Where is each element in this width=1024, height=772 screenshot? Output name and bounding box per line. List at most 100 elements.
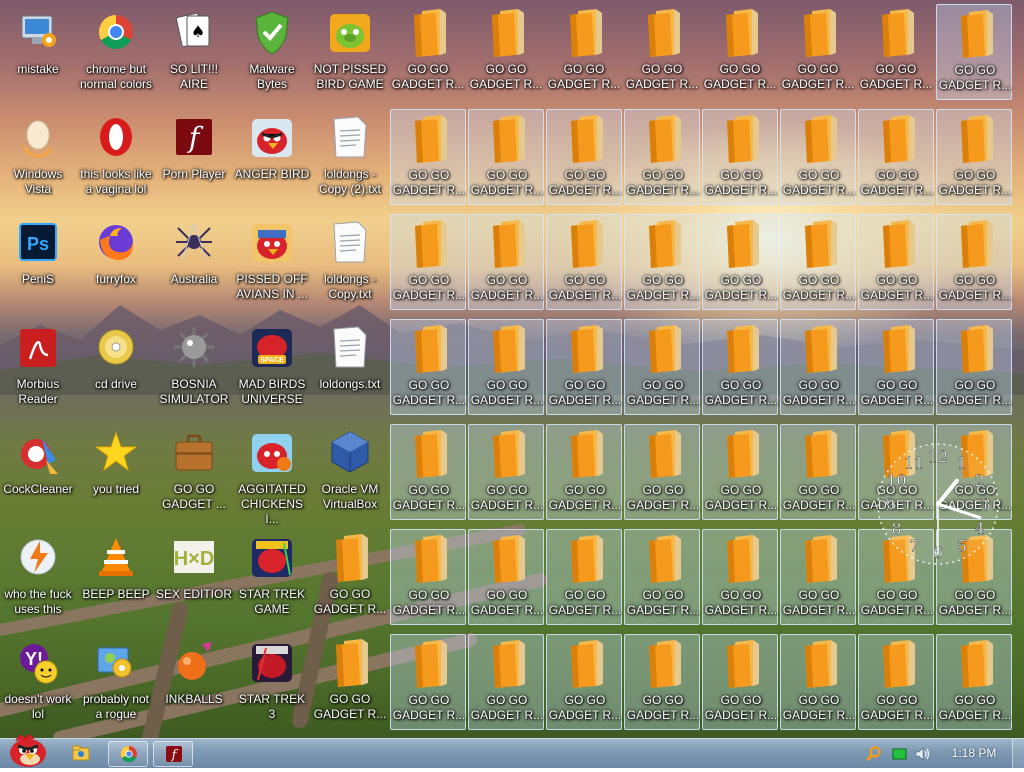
folder-icon-r2-c4[interactable]: GO GO GADGET R...	[624, 109, 700, 205]
desktop-icon-col3-2[interactable]: f Porn Player	[156, 109, 232, 205]
folder-icon-r4-c7[interactable]: GO GO GADGET R...	[858, 319, 934, 415]
folder-icon-r1-c3[interactable]: GO GO GADGET R...	[546, 4, 622, 100]
folder-icon-r3-c8[interactable]: GO GO GADGET R...	[936, 214, 1012, 310]
folder-icon-r1-c6[interactable]: GO GO GADGET R...	[780, 4, 856, 100]
folder-icon-r7-c2[interactable]: GO GO GADGET R...	[468, 634, 544, 730]
folder-icon-r5-c4[interactable]: GO GO GADGET R...	[624, 424, 700, 520]
folder-icon-r4-c8[interactable]: GO GO GADGET R...	[936, 319, 1012, 415]
desktop-icon-col5-4[interactable]: loldongs.txt	[312, 319, 388, 415]
desktop-icon-col2-3[interactable]: furryfox	[78, 214, 154, 310]
desktop-icon-col1-1[interactable]: mistake	[0, 4, 76, 100]
start-button[interactable]	[2, 731, 54, 767]
folder-icon-r3-c6[interactable]: GO GO GADGET R...	[780, 214, 856, 310]
desktop-icon-col1-7[interactable]: Y! doesn't work lol	[0, 634, 76, 730]
desktop-icon-col1-2[interactable]: Windows Vista	[0, 109, 76, 205]
folder-icon-r7-c8[interactable]: GO GO GADGET R...	[936, 634, 1012, 730]
folder-icon-r7-c5[interactable]: GO GO GADGET R...	[702, 634, 778, 730]
clock-gadget[interactable]: 121234567891011	[874, 440, 1002, 568]
desktop-icon-col2-2[interactable]: this looks like a vagina lol	[78, 109, 154, 205]
folder-icon-r6-c6[interactable]: GO GO GADGET R...	[780, 529, 856, 625]
folder-icon-r7-c6[interactable]: GO GO GADGET R...	[780, 634, 856, 730]
folder-icon-r3-c7[interactable]: GO GO GADGET R...	[858, 214, 934, 310]
folder-icon-r2-c7[interactable]: GO GO GADGET R...	[858, 109, 934, 205]
folder-icon-r3-c5[interactable]: GO GO GADGET R...	[702, 214, 778, 310]
folder-icon-r1-c8[interactable]: GO GO GADGET R...	[936, 4, 1012, 100]
desktop-icon-col2-7[interactable]: probably not a rogue	[78, 634, 154, 730]
desktop-icon-label: GO GO GADGET R...	[782, 693, 856, 722]
folder-icon-r6-c4[interactable]: GO GO GADGET R...	[624, 529, 700, 625]
speaker-icon[interactable]	[914, 746, 932, 762]
desktop-icon-col4-7[interactable]: STAR TREK 3	[234, 634, 310, 730]
desktop-icon-col3-7[interactable]: INKBALLS	[156, 634, 232, 730]
desktop-icon-col5-5[interactable]: Oracle VM VirtualBox	[312, 424, 388, 520]
desktop-icon-col5-3[interactable]: loldongs - Copy.txt	[312, 214, 388, 310]
desktop-icon-col2-6[interactable]: BEEP BEEP	[78, 529, 154, 625]
folder-icon-r5-c3[interactable]: GO GO GADGET R...	[546, 424, 622, 520]
folder-icon-r3-c2[interactable]: GO GO GADGET R...	[468, 214, 544, 310]
folder-icon-r4-c4[interactable]: GO GO GADGET R...	[624, 319, 700, 415]
folder-icon-r1-c7[interactable]: GO GO GADGET R...	[858, 4, 934, 100]
desktop-icon-col2-4[interactable]: cd drive	[78, 319, 154, 415]
folder-icon-r4-c5[interactable]: GO GO GADGET R...	[702, 319, 778, 415]
desktop-icon-col4-3[interactable]: PISSED OFF AVIANS IN ...	[234, 214, 310, 310]
folder-icon-r6-c5[interactable]: GO GO GADGET R...	[702, 529, 778, 625]
folder-icon-r3-c4[interactable]: GO GO GADGET R...	[624, 214, 700, 310]
folder-icon-r5-c5[interactable]: GO GO GADGET R...	[702, 424, 778, 520]
desktop-icon-col1-4[interactable]: Morbius Reader	[0, 319, 76, 415]
desktop-icon-col5-7[interactable]: GO GO GADGET R...	[312, 634, 388, 730]
folder-icon-r6-c2[interactable]: GO GO GADGET R...	[468, 529, 544, 625]
folder-icon-r7-c3[interactable]: GO GO GADGET R...	[546, 634, 622, 730]
folder-icon-r2-c3[interactable]: GO GO GADGET R...	[546, 109, 622, 205]
desktop-icon-col2-5[interactable]: you tried	[78, 424, 154, 520]
folder-icon-r4-c6[interactable]: GO GO GADGET R...	[780, 319, 856, 415]
folder-icon-r5-c2[interactable]: GO GO GADGET R...	[468, 424, 544, 520]
desktop-icon-col3-5[interactable]: GO GO GADGET ...	[156, 424, 232, 520]
folder-icon-r2-c2[interactable]: GO GO GADGET R...	[468, 109, 544, 205]
folder-icon-r2-c6[interactable]: GO GO GADGET R...	[780, 109, 856, 205]
folder-icon-r5-c6[interactable]: GO GO GADGET R...	[780, 424, 856, 520]
search-magnifier-icon[interactable]	[866, 746, 882, 762]
desktop-icon-col5-2[interactable]: loldongs - Copy (2).txt	[312, 109, 388, 205]
folder-icon-r1-c1[interactable]: GO GO GADGET R...	[390, 4, 466, 100]
folder-icon-r7-c7[interactable]: GO GO GADGET R...	[858, 634, 934, 730]
desktop-icon-col4-4[interactable]: SPACE MAD BIRDS UNIVERSE	[234, 319, 310, 415]
desktop-icon-col1-3[interactable]: Ps PeniS	[0, 214, 76, 310]
desktop-icon-col4-2[interactable]: ANGER BIRD	[234, 109, 310, 205]
desktop-icon-col3-4[interactable]: BOSNIA SIMULATOR	[156, 319, 232, 415]
taskbar-clock[interactable]: 1:18 PM	[944, 746, 1004, 760]
desktop-icon-col5-1[interactable]: NOT PISSED BIRD GAME	[312, 4, 388, 100]
folder-icon-r1-c5[interactable]: GO GO GADGET R...	[702, 4, 778, 100]
folder-icon-r2-c1[interactable]: GO GO GADGET R...	[390, 109, 466, 205]
folder-icon-r2-c8[interactable]: GO GO GADGET R...	[936, 109, 1012, 205]
folder-icon-r3-c1[interactable]: GO GO GADGET R...	[390, 214, 466, 310]
folder-icon-r6-c3[interactable]: GO GO GADGET R...	[546, 529, 622, 625]
desktop-icon-label: GO GO GADGET R...	[548, 483, 622, 512]
folder-icon-r6-c1[interactable]: GO GO GADGET R...	[390, 529, 466, 625]
folder-icon-r2-c5[interactable]: GO GO GADGET R...	[702, 109, 778, 205]
folder-icon-r7-c1[interactable]: GO GO GADGET R...	[390, 634, 466, 730]
folder-icon-r7-c4[interactable]: GO GO GADGET R...	[624, 634, 700, 730]
desktop-icon-col3-1[interactable]: ♠ SO LIT!!! AIRE	[156, 4, 232, 100]
desktop-icon-col2-1[interactable]: chrome but normal colors	[78, 4, 154, 100]
desktop-icon-col4-1[interactable]: Malware Bytes	[234, 4, 310, 100]
folder-icon-r4-c2[interactable]: GO GO GADGET R...	[468, 319, 544, 415]
folder-icon-r4-c1[interactable]: GO GO GADGET R...	[390, 319, 466, 415]
green-battery-icon[interactable]	[892, 747, 908, 761]
desktop-icon-col5-6[interactable]: GO GO GADGET R...	[312, 529, 388, 625]
folder-icon-r3-c3[interactable]: GO GO GADGET R...	[546, 214, 622, 310]
desktop-icon-col1-6[interactable]: who the fuck uses this	[0, 529, 76, 625]
desktop-icon-col1-5[interactable]: CockCleaner	[0, 424, 76, 520]
desktop-icon-col3-6[interactable]: H×D SEX EDITIOR	[156, 529, 232, 625]
folder-icon-r4-c3[interactable]: GO GO GADGET R...	[546, 319, 622, 415]
folder-icon-r5-c1[interactable]: GO GO GADGET R...	[390, 424, 466, 520]
taskbar-chrome-button[interactable]	[108, 741, 148, 767]
show-desktop-button[interactable]	[1012, 739, 1024, 768]
folder-icon-r1-c4[interactable]: GO GO GADGET R...	[624, 4, 700, 100]
taskbar-explorer-button[interactable]	[64, 741, 98, 767]
desktop-icon-col4-5[interactable]: AGGITATED CHICKENS I...	[234, 424, 310, 526]
desktop-icon-col3-3[interactable]: Australia	[156, 214, 232, 310]
desktop-icon-col4-6[interactable]: STAR TREK GAME	[234, 529, 310, 625]
taskbar-flash-button[interactable]: f	[153, 741, 193, 767]
folder-icon-r1-c2[interactable]: GO GO GADGET R...	[468, 4, 544, 100]
desktop-icon-label: loldongs - Copy.txt	[323, 272, 377, 301]
